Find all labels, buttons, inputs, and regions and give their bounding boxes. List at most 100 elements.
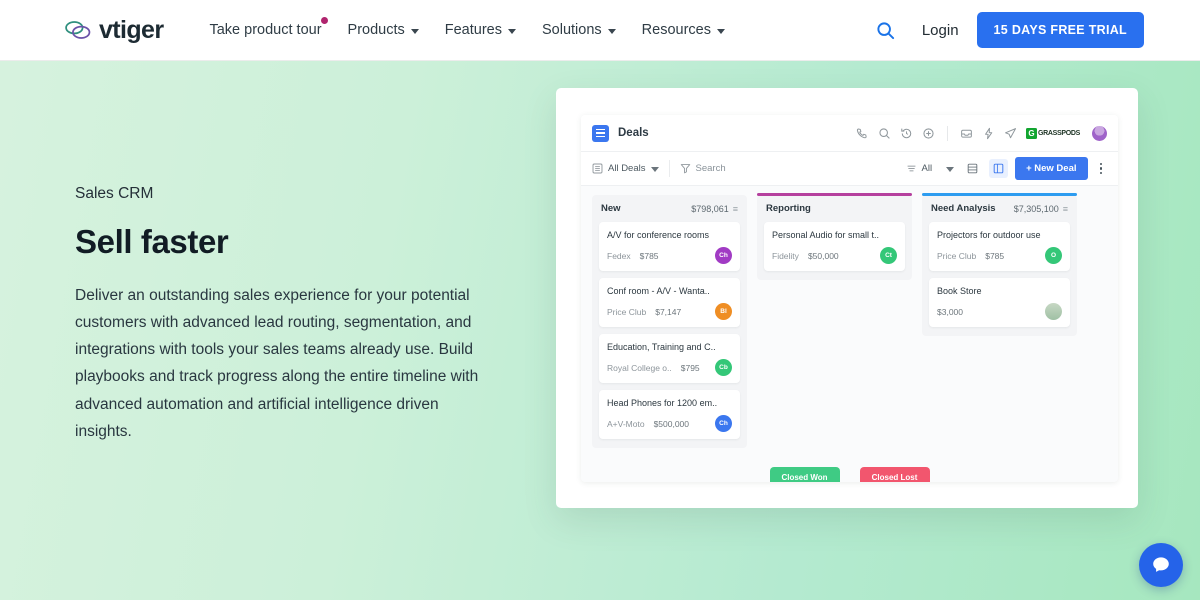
vtiger-cloud-logo-icon (64, 19, 92, 41)
phone-icon[interactable] (856, 127, 869, 140)
deal-card[interactable]: Book Store $3,000 (929, 278, 1070, 327)
deal-card[interactable]: Conf room - A/V - Wanta.. Price Club $7,… (599, 278, 740, 327)
paper-plane-icon[interactable] (1004, 127, 1017, 140)
deal-account: Price Club (937, 250, 977, 261)
nav-label: Solutions (542, 22, 602, 38)
kanban-column-need-analysis: Need Analysis $7,305,100 ≡ Projectors fo… (922, 193, 1077, 336)
deal-account: Royal College o.. (607, 362, 672, 373)
kebab-menu-icon[interactable] (1095, 160, 1108, 178)
nav-item-resources[interactable]: Resources (629, 16, 738, 44)
new-dot-badge (320, 17, 328, 24)
nav-item-features[interactable]: Features (432, 16, 529, 44)
sort-label: All (921, 163, 933, 174)
sort-selector[interactable]: All (906, 163, 933, 174)
crm-app-window: Deals G GRASSPODS All Deals Search All +… (581, 115, 1118, 482)
search-icon[interactable] (878, 127, 891, 140)
deal-title: A/V for conference rooms (607, 230, 710, 240)
free-trial-button[interactable]: 15 DAYS FREE TRIAL (976, 12, 1144, 48)
search-button[interactable] (868, 12, 904, 48)
search-placeholder: Search (695, 163, 726, 174)
closed-won-drop-target[interactable]: Closed Won (769, 467, 840, 482)
inbox-icon[interactable] (960, 127, 973, 140)
sort-lines-icon (907, 165, 915, 172)
deal-title: Book Store (937, 286, 982, 296)
avatar[interactable] (1045, 303, 1062, 320)
deal-card[interactable]: Education, Training and C.. Royal Colleg… (599, 334, 740, 383)
column-header: New $798,061 ≡ (599, 202, 740, 215)
view-label: All Deals (608, 163, 646, 174)
column-total: $798,061 (691, 203, 729, 214)
kanban-view-icon (993, 163, 1004, 174)
chat-bubble-icon (1153, 557, 1169, 572)
deal-amount: $50,000 (807, 250, 839, 261)
nav-label: Features (444, 22, 502, 38)
brand-logo-icon: G (1025, 127, 1037, 139)
chat-widget-button[interactable] (1139, 543, 1183, 587)
hero-eyebrow: Sales CRM (75, 185, 154, 202)
column-menu-icon[interactable]: ≡ (1063, 204, 1068, 214)
lightning-icon[interactable] (982, 127, 995, 140)
deal-card[interactable]: A/V for conference rooms Fedex $785 Ch (599, 222, 740, 271)
site-logo[interactable]: vtiger (64, 15, 164, 45)
deals-kanban-board: New $798,061 ≡ A/V for conference rooms … (581, 186, 1118, 457)
chevron-down-icon (508, 28, 516, 34)
header-actions: Login 15 DAYS FREE TRIAL (868, 12, 1144, 48)
deals-view-selector[interactable]: All Deals (592, 163, 659, 174)
chevron-down-icon (607, 28, 616, 34)
board-view-button[interactable] (989, 159, 1009, 178)
nav-label: Take product tour (209, 22, 322, 38)
avatar[interactable]: Ch (715, 247, 732, 264)
deal-card[interactable]: Head Phones for 1200 em.. A+V-Moto $500,… (599, 390, 740, 439)
logo-text: vtiger (99, 15, 164, 44)
login-link[interactable]: Login (904, 16, 977, 45)
avatar[interactable]: Bl (715, 303, 732, 320)
list-view-button[interactable] (963, 159, 982, 178)
column-title: Need Analysis (931, 203, 996, 214)
hamburger-square-icon[interactable] (592, 124, 609, 142)
nav-item-products[interactable]: Products (335, 16, 432, 44)
account-brand-badge[interactable]: G GRASSPODS (1025, 127, 1080, 139)
kanban-column-new: New $798,061 ≡ A/V for conference rooms … (592, 195, 747, 448)
deal-title: Education, Training and C.. (607, 342, 716, 352)
avatar[interactable]: Ch (715, 415, 732, 432)
column-menu-icon[interactable]: ≡ (733, 204, 738, 214)
app-topbar: Deals G GRASSPODS (581, 115, 1118, 152)
product-screenshot-frame: Deals G GRASSPODS All Deals Search All +… (556, 88, 1138, 508)
avatar[interactable]: O (1045, 247, 1062, 264)
deal-account: Price Club (607, 306, 647, 317)
deal-amount: $785 (985, 250, 1005, 261)
deal-amount: $500,000 (653, 418, 690, 429)
deal-meta: Royal College o.. $795 Cb (607, 359, 732, 376)
app-topbar-icons: G GRASSPODS (856, 125, 1107, 141)
column-total: $7,305,100 (1013, 203, 1059, 214)
avatar[interactable]: Cb (715, 359, 732, 376)
column-header: Need Analysis $7,305,100 ≡ (929, 202, 1070, 215)
deals-search-input[interactable]: Search (680, 163, 906, 174)
closed-lost-drop-target[interactable]: Closed Lost (859, 467, 930, 482)
chevron-down-icon[interactable] (946, 167, 955, 172)
nav-item-product-tour[interactable]: Take product tour (196, 16, 334, 44)
deal-title: Personal Audio for small t.. (772, 230, 880, 240)
kanban-column-reporting: Reporting Personal Audio for small t.. F… (757, 193, 912, 280)
toolbar-right-actions: + New Deal (963, 157, 1107, 180)
avatar[interactable] (1092, 125, 1107, 141)
nav-label: Products (347, 22, 405, 38)
deal-meta: Price Club $7,147 Bl (607, 303, 732, 320)
plus-circle-icon[interactable] (922, 127, 935, 140)
deal-meta: Fedex $785 Ch (607, 247, 732, 264)
avatar[interactable]: Ct (880, 247, 897, 264)
column-title: Reporting (766, 203, 811, 214)
deal-amount: $3,000 (937, 306, 963, 317)
deal-amount: $785 (639, 250, 659, 261)
deal-meta: Price Club $785 O (937, 247, 1062, 264)
nav-item-solutions[interactable]: Solutions (529, 16, 629, 44)
new-deal-button[interactable]: + New Deal (1015, 157, 1088, 180)
hero-copy: Sales CRM Sell faster Deliver an outstan… (75, 185, 495, 445)
deal-amount: $7,147 (655, 306, 682, 317)
history-icon[interactable] (900, 127, 913, 140)
list-box-icon (592, 163, 603, 174)
brand-name: GRASSPODS (1037, 129, 1080, 137)
deal-card[interactable]: Personal Audio for small t.. Fidelity $5… (764, 222, 905, 271)
stage-drop-targets: Closed Won Closed Lost (581, 467, 1118, 482)
deal-card[interactable]: Projectors for outdoor use Price Club $7… (929, 222, 1070, 271)
